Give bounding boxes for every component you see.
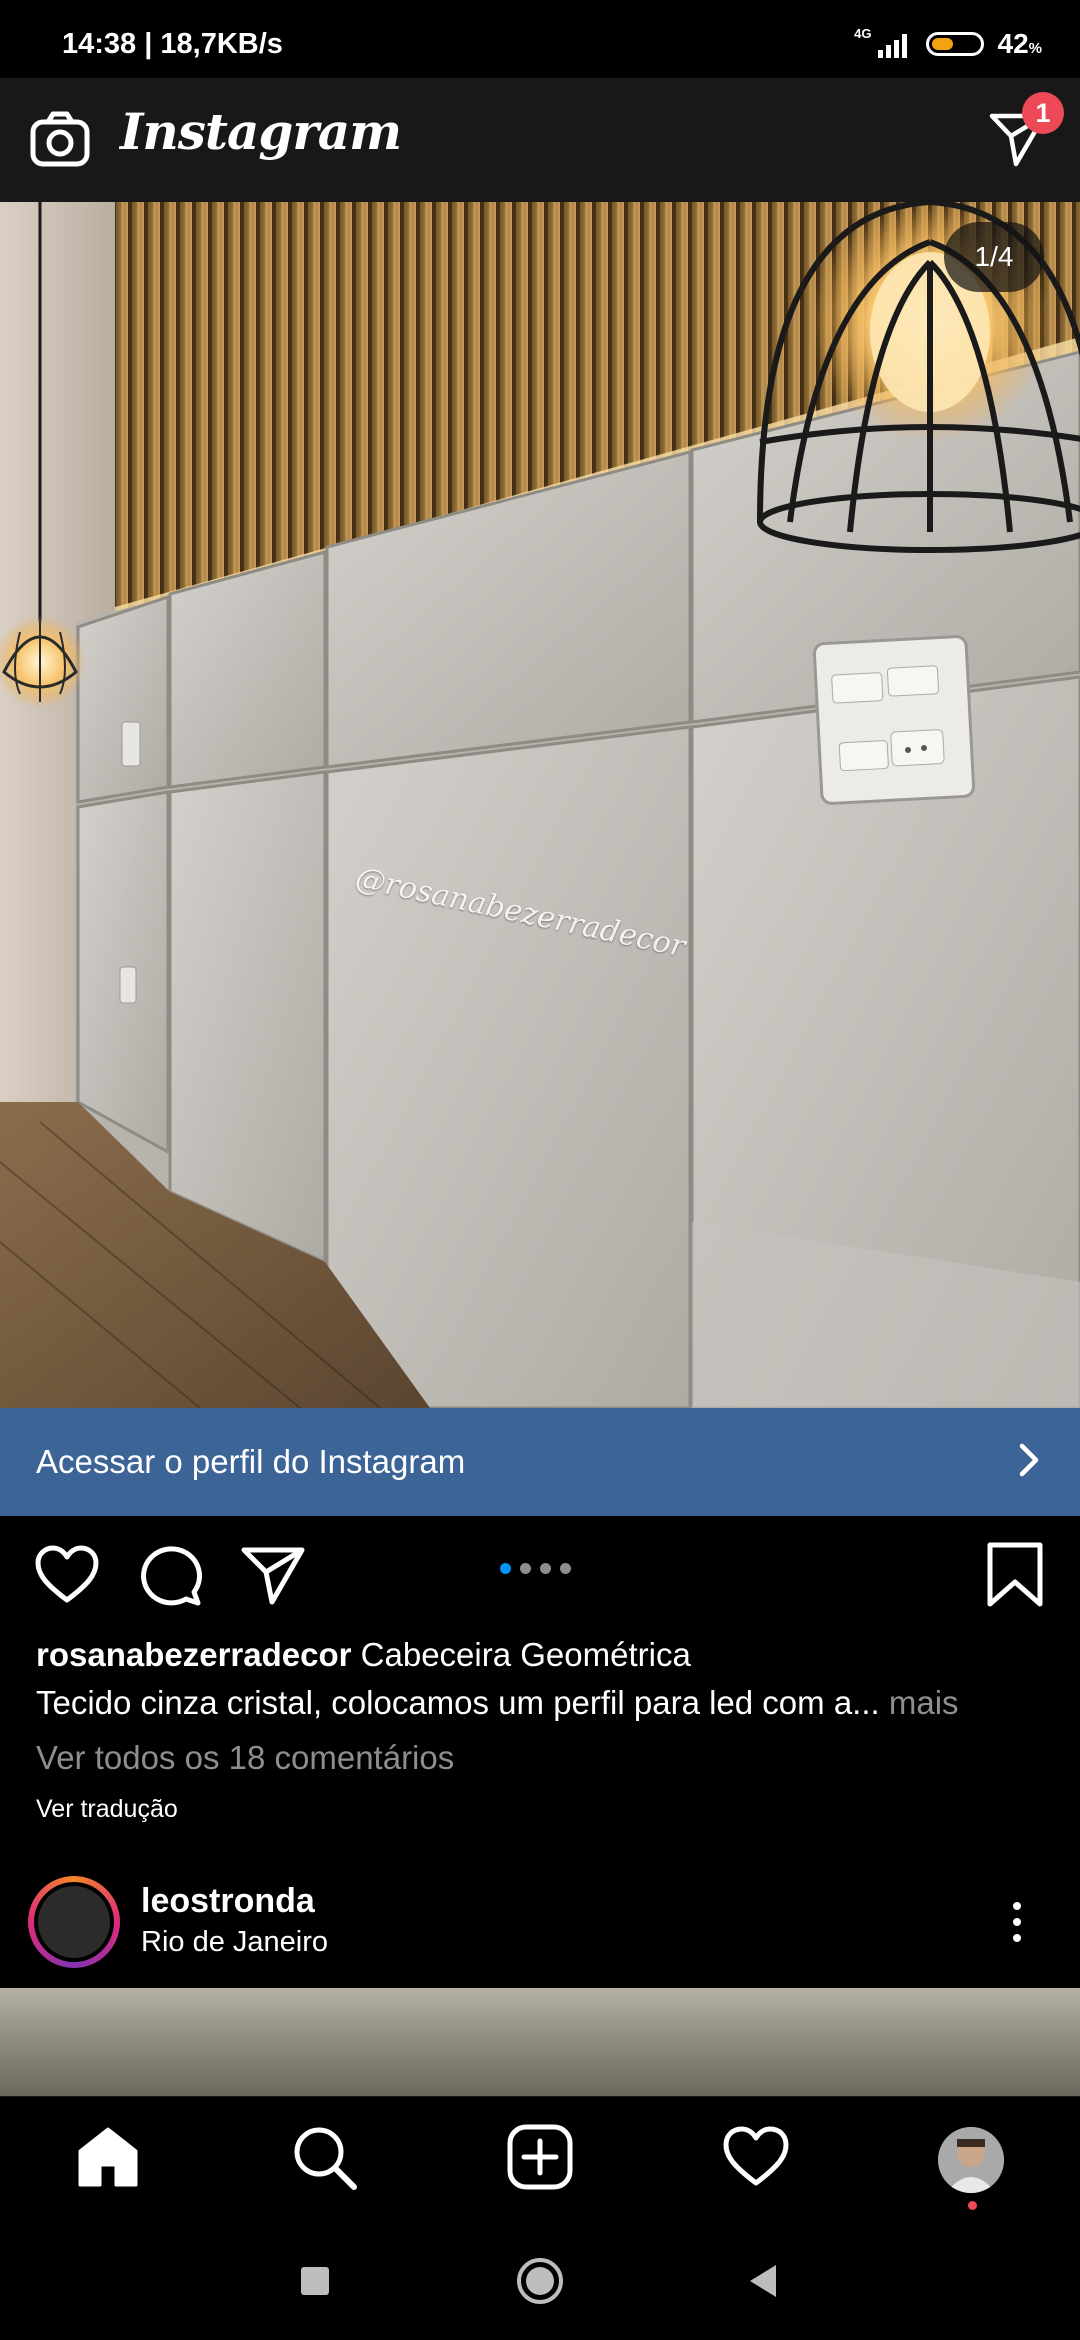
battery-percent: 42% [997, 28, 1043, 59]
battery-level [931, 38, 954, 50]
network-label: 4G [854, 26, 872, 41]
home-circle-icon[interactable] [515, 2256, 565, 2306]
translate-link[interactable]: Ver tradução [36, 1795, 178, 1824]
add-post-icon[interactable] [504, 2121, 576, 2193]
caption-body: Tecido cinza cristal, colocamos um perfi… [36, 1684, 959, 1722]
profile-avatar[interactable] [938, 2127, 1004, 2193]
post-photo[interactable] [0, 202, 1080, 1408]
activity-heart-icon[interactable] [720, 2121, 792, 2193]
status-bar: 14:38 | 18,7KB/s 4G 42% [0, 0, 1080, 78]
battery-icon [925, 32, 984, 56]
comment-icon[interactable] [136, 1540, 206, 1610]
view-comments-link[interactable]: Ver todos os 18 comentários [36, 1739, 454, 1777]
app-header: Instagram [0, 78, 1080, 202]
profile-banner-button[interactable]: Acessar o perfil do Instagram [0, 1408, 1080, 1516]
back-triangle-icon[interactable] [740, 2256, 790, 2306]
camera-icon[interactable] [28, 108, 92, 172]
next-post-avatar[interactable] [28, 1876, 120, 1968]
share-icon[interactable] [238, 1540, 308, 1610]
carousel-dots [500, 1563, 571, 1574]
carousel-dot [560, 1563, 571, 1574]
system-nav [0, 2216, 1080, 2340]
bookmark-icon[interactable] [980, 1540, 1050, 1610]
home-icon[interactable] [72, 2121, 144, 2193]
instagram-logo: Instagram [120, 102, 402, 161]
signal-icon: 4G [854, 26, 911, 58]
recents-square-icon[interactable] [290, 2256, 340, 2306]
caption-title: Cabeceira Geométrica [360, 1636, 691, 1673]
bottom-nav [0, 2096, 1080, 2217]
direct-badge: 1 [1022, 92, 1064, 134]
next-post-photo[interactable] [0, 1988, 1080, 2096]
status-time-speed: 14:38 | 18,7KB/s [62, 28, 283, 60]
next-post-location[interactable]: Rio de Janeiro [141, 1926, 328, 1959]
more-link[interactable]: mais [889, 1684, 959, 1721]
photo-counter: 1/4 [944, 222, 1044, 292]
carousel-dot [520, 1563, 531, 1574]
search-icon[interactable] [288, 2121, 360, 2193]
caption-username[interactable]: rosanabezerradecor [36, 1636, 351, 1673]
carousel-dot [500, 1563, 511, 1574]
chevron-right-icon [1014, 1440, 1044, 1485]
next-post-username[interactable]: leostronda [141, 1882, 315, 1921]
heart-icon[interactable] [32, 1540, 102, 1610]
status-icons: 4G 42% [854, 24, 1042, 64]
caption-text: Tecido cinza cristal, colocamos um perfi… [36, 1684, 880, 1721]
profile-notification-dot [968, 2201, 977, 2210]
profile-banner-label: Acessar o perfil do Instagram [36, 1443, 466, 1480]
caption-header: rosanabezerradecor Cabeceira Geométrica [36, 1636, 691, 1674]
carousel-dot [540, 1563, 551, 1574]
more-options-icon[interactable] [1000, 1898, 1034, 1946]
